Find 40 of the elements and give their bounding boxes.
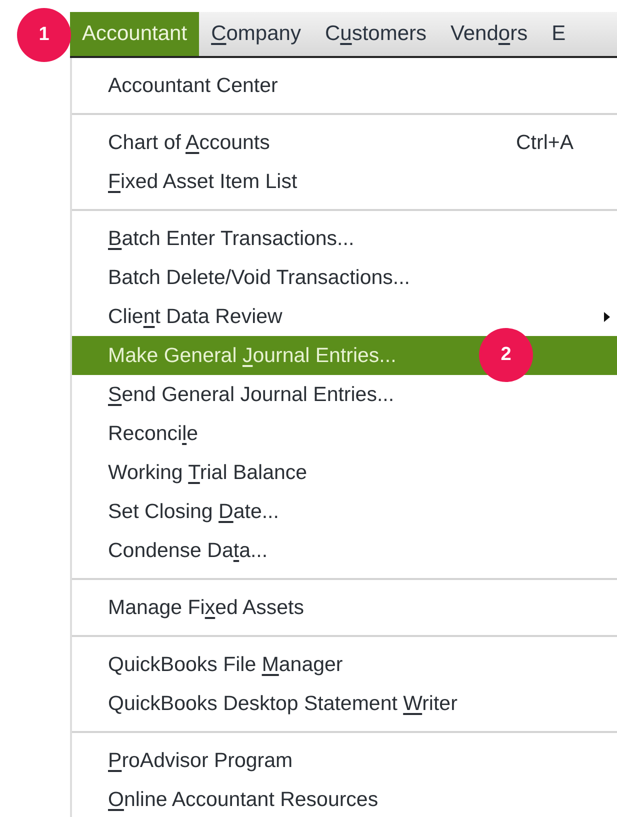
- menu-bar-item[interactable]: E: [540, 12, 578, 56]
- menu-item[interactable]: Batch Enter Transactions...: [72, 219, 617, 258]
- menu-item[interactable]: Batch Delete/Void Transactions...: [72, 258, 617, 297]
- menu-item[interactable]: Online Accountant Resources: [72, 780, 617, 817]
- menu-item-label: Online Accountant Resources: [108, 788, 378, 812]
- menu-item-label: Chart of Accounts: [108, 130, 270, 154]
- menu-item-label: Batch Delete/Void Transactions...: [108, 266, 410, 290]
- menu-item-label: Manage Fixed Assets: [108, 596, 304, 620]
- menu-bar-item[interactable]: Accountant: [70, 12, 200, 56]
- menu-item[interactable]: Accountant Center: [72, 66, 617, 105]
- menu-item[interactable]: Fixed Asset Item List: [72, 162, 617, 201]
- menu-bar-item[interactable]: Company: [199, 12, 313, 56]
- menu-item-label: Client Data Review: [108, 304, 282, 328]
- menu-item[interactable]: Manage Fixed Assets: [72, 588, 617, 627]
- menu-item-label: Fixed Asset Item List: [108, 170, 298, 194]
- menu-item-label: QuickBooks File Manager: [108, 652, 343, 676]
- menu-item[interactable]: Chart of Accounts Ctrl+A: [72, 123, 617, 162]
- menu-item[interactable]: Reconcile: [72, 414, 617, 453]
- menu-item-label: Accountant Center: [108, 74, 278, 98]
- menu-item-label: Working Trial Balance: [108, 460, 308, 484]
- menu-item[interactable]: Set Closing Date...: [72, 492, 617, 531]
- menu-bar-item[interactable]: Customers: [312, 12, 439, 56]
- menu-item-label: Set Closing Date...: [108, 500, 279, 524]
- menu-item-label: QuickBooks Desktop Statement Writer: [108, 692, 458, 716]
- menu-bar-item[interactable]: Vendors: [438, 12, 540, 56]
- menu-item[interactable]: Condense Data...: [72, 531, 617, 570]
- menu-item[interactable]: QuickBooks File Manager: [72, 645, 617, 684]
- menu-item[interactable]: Working Trial Balance: [72, 453, 617, 492]
- menu-item[interactable]: QuickBooks Desktop Statement Writer: [72, 684, 617, 723]
- menu-item-label: Send General Journal Entries...: [108, 382, 394, 406]
- menu-item-label: Condense Data...: [108, 538, 268, 562]
- menu-item-label: Batch Enter Transactions...: [108, 226, 354, 250]
- submenu-arrow-icon: [603, 310, 611, 322]
- menu-item-label: ProAdvisor Program: [108, 748, 293, 772]
- menu-item-label: Reconcile: [108, 422, 198, 446]
- menu-item-label: Make General Journal Entries...: [108, 344, 396, 368]
- shortcut-label: Ctrl+A: [516, 130, 574, 154]
- menu-item[interactable]: ProAdvisor Program: [72, 741, 617, 780]
- step-badge: 2: [479, 328, 533, 382]
- step-badge: 1: [17, 8, 71, 62]
